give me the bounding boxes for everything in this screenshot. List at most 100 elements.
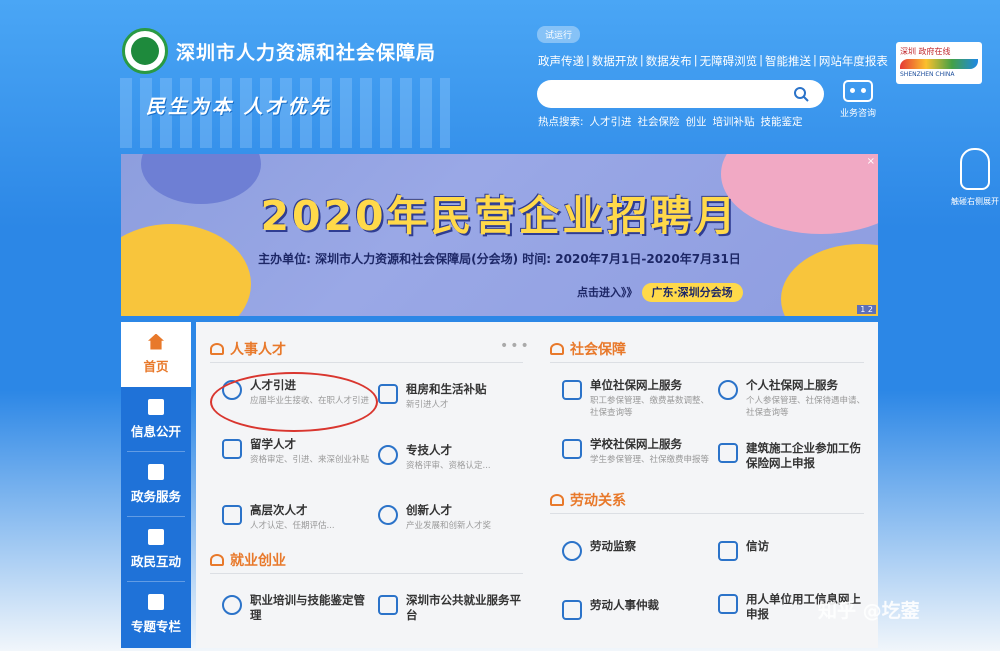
home-icon [148, 333, 164, 350]
service-construction-injury-insurance[interactable]: 建筑施工企业参加工伤保险网上申报 [718, 441, 868, 471]
watermark: 知乎 @圪蓥 [818, 600, 920, 622]
top-nav-link[interactable]: 无障碍浏览 [700, 53, 758, 69]
section-title-labor: 劳动关系 [550, 490, 626, 510]
city-logo-text: 深圳 政府在线 [900, 47, 951, 56]
org-chart-icon [550, 494, 564, 506]
top-nav-link[interactable]: 网站年度报表 [819, 53, 888, 69]
service-public-employment[interactable]: 深圳市公共就业服务平台 [378, 593, 528, 623]
highlight-circle [210, 372, 378, 432]
hot-search-item[interactable]: 技能鉴定 [761, 114, 803, 129]
mail-icon [718, 541, 738, 561]
shenzhen-gov-logo[interactable]: 深圳 政府在线 SHENZHEN CHINA [896, 42, 982, 84]
wing-icon [900, 59, 978, 69]
top-nav-link[interactable]: 智能推送 [765, 53, 811, 69]
graduation-cap-icon [222, 505, 242, 525]
document-icon [718, 594, 738, 614]
service-personal-social-insurance[interactable]: 个人社保网上服务 个人参保管理、社保待遇申请、社保查询等 [718, 378, 868, 419]
search-input[interactable] [537, 80, 779, 108]
banner-cta[interactable]: 点击进入》》 广东·深圳分会场 [577, 283, 743, 302]
trial-badge: 试运行 [537, 26, 581, 43]
divider [210, 573, 523, 574]
house-icon [378, 384, 398, 404]
umbrella-icon [550, 343, 564, 355]
banner-pager[interactable]: 1 2 [857, 305, 876, 314]
service-overseas-talent[interactable]: 留学人才 资格审定、引进、来深创业补贴 [222, 437, 372, 466]
banner-cta-text: 点击进入》》 [577, 286, 638, 299]
banner-title: 2020年民营企业招聘月 [260, 192, 739, 240]
section-title-employment: 就业创业 [210, 550, 286, 570]
city-logo-en: SHENZHEN CHINA [900, 71, 955, 78]
nav-item-label: 信息公开 [130, 423, 181, 439]
bureau-emblem-icon [122, 28, 168, 74]
lightbulb-icon [378, 505, 398, 525]
people-icon [210, 343, 224, 355]
nav-item-label: 首页 [143, 358, 169, 374]
hand-label: 触碰右侧展开 [951, 197, 999, 206]
briefcase-icon [210, 554, 224, 566]
service-petition[interactable]: 信访 [718, 539, 868, 561]
gauge-icon [378, 445, 398, 465]
nav-item-special-topics[interactable]: 专题专栏 [127, 582, 185, 647]
site-title: 深圳市人力资源和社会保障局 [176, 41, 437, 64]
plane-icon [222, 439, 242, 459]
slogan: 民生为本 人才优先 [146, 96, 332, 118]
clipboard-icon [148, 398, 164, 415]
service-unit-social-insurance[interactable]: 单位社保网上服务 职工参保管理、缴费基数调整、社保查询等 [562, 378, 712, 419]
more-icon[interactable]: ••• [500, 338, 531, 354]
divider [210, 362, 523, 363]
hot-search-item[interactable]: 人才引进 [590, 114, 632, 129]
folder-icon [148, 463, 164, 480]
hot-search-item[interactable]: 社会保险 [638, 114, 680, 129]
hot-search-item[interactable]: 创业 [686, 114, 707, 129]
gavel-icon [562, 600, 582, 620]
service-innovation-talent[interactable]: 创新人才 产业发展和创新人才奖 [378, 503, 528, 532]
nav-item-home[interactable]: 首页 [121, 322, 191, 387]
hot-search-label: 热点搜索: [538, 116, 584, 128]
hot-search: 热点搜索: 人才引进 社会保险 创业 培训补贴 技能鉴定 [538, 114, 803, 129]
nav-item-label: 专题专栏 [130, 619, 181, 634]
service-labor-arbitration[interactable]: 劳动人事仲裁 [562, 598, 712, 620]
grid-icon [148, 594, 164, 610]
close-icon[interactable]: × [867, 156, 875, 167]
nav-item-interaction[interactable]: 政民互动 [127, 517, 185, 582]
top-nav-link[interactable]: 数据开放 [592, 53, 638, 69]
section-title-social: 社会保障 [550, 339, 626, 359]
mail-icon [378, 595, 398, 615]
service-school-social-insurance[interactable]: 学校社保网上服务 学生参保管理、社保缴费申报等 [562, 437, 712, 466]
hand-pointer-icon [960, 148, 990, 190]
nav-item-gov-services[interactable]: 政务服务 [127, 452, 185, 517]
site-logo[interactable]: 深圳市人力资源和社会保障局 [122, 28, 436, 74]
search-icon [794, 87, 809, 102]
nav-item-info-disclosure[interactable]: 信息公开 [127, 387, 185, 452]
top-nav: 政声传递 | 数据开放 | 数据发布 | 无障碍浏览 | 智能推送 | 网站年度报表 [538, 53, 888, 69]
banner-cta-pill: 广东·深圳分会场 [641, 283, 743, 302]
nav-item-label: 政务服务 [130, 488, 181, 504]
robot-icon [843, 80, 873, 102]
divider [550, 362, 864, 363]
service-professional-talent[interactable]: 专技人才 资格评审、资格认定... [378, 443, 528, 472]
banner-subtitle: 主办单位: 深圳市人力资源和社会保障局(分会场) 时间: 2020年7月1日-2… [258, 252, 741, 266]
eye-icon [222, 595, 242, 615]
side-expand-button[interactable]: 触碰右侧展开 [950, 148, 1000, 207]
divider [550, 513, 864, 514]
person-icon [718, 380, 738, 400]
search-button[interactable] [778, 80, 824, 108]
building-icon [562, 380, 582, 400]
hot-search-item[interactable]: 培训补贴 [713, 114, 755, 129]
top-nav-link[interactable]: 数据发布 [646, 53, 692, 69]
left-nav: 首页 信息公开 政务服务 政民互动 专题专栏 [121, 322, 191, 648]
top-nav-link[interactable]: 政声传递 [538, 53, 584, 69]
document-icon [718, 443, 738, 463]
service-labor-inspection[interactable]: 劳动监察 [562, 539, 712, 561]
service-rent-subsidy[interactable]: 租房和生活补贴 新引进人才 [378, 382, 528, 411]
chat-icon [148, 528, 164, 545]
business-consult-button[interactable]: 业务咨询 [838, 80, 878, 119]
service-high-level-talent[interactable]: 高层次人才 人才认定、任期评估... [222, 503, 372, 532]
promo-banner[interactable]: 2020年民营企业招聘月 主办单位: 深圳市人力资源和社会保障局(分会场) 时间… [121, 154, 878, 316]
school-icon [562, 439, 582, 459]
nav-item-label: 政民互动 [130, 553, 181, 569]
service-vocational-training[interactable]: 职业培训与技能鉴定管理 [222, 593, 372, 623]
robot-label: 业务咨询 [839, 109, 876, 119]
section-title-talent: 人事人才 [210, 339, 286, 359]
eye-icon [562, 541, 582, 561]
